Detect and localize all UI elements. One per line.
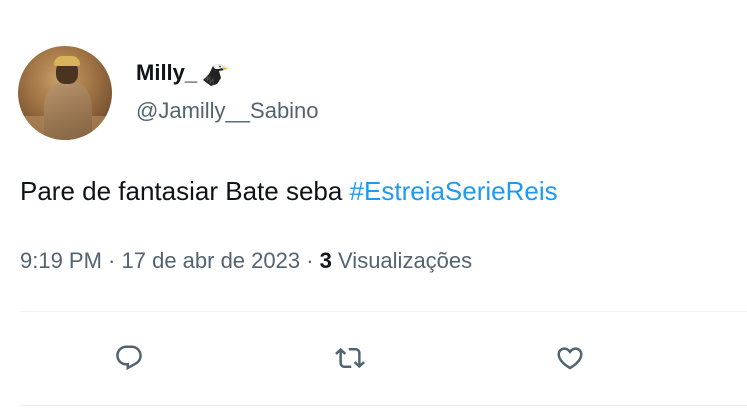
views-count: 3: [319, 248, 332, 273]
meta-separator: ·: [300, 248, 320, 273]
retweet-button[interactable]: [330, 338, 370, 378]
tweet-text: Pare de fantasiar Bate seba #EstreiaSeri…: [20, 174, 558, 208]
like-button[interactable]: [550, 338, 590, 378]
divider: [20, 405, 747, 406]
tweet-date[interactable]: 17 de abr de 2023: [122, 248, 301, 273]
divider: [20, 311, 747, 312]
tweet-time[interactable]: 9:19 PM: [20, 248, 102, 273]
eagle-icon: [199, 58, 231, 88]
meta-separator: ·: [101, 248, 122, 273]
hashtag-link[interactable]: #EstreiaSerieReis: [350, 176, 558, 206]
retweet-icon: [335, 347, 365, 369]
tweet-card: Milly_ @Jamilly__Sabino Pare de fantasia…: [0, 0, 747, 420]
display-name-row[interactable]: Milly_: [136, 58, 231, 88]
reply-button[interactable]: [109, 338, 149, 378]
views-label: Visualizações: [331, 248, 473, 273]
avatar[interactable]: [18, 46, 112, 140]
user-handle[interactable]: @Jamilly__Sabino: [136, 96, 319, 126]
tweet-body: Pare de fantasiar Bate seba: [20, 176, 350, 206]
reply-icon: [116, 345, 142, 371]
display-name[interactable]: Milly_: [136, 58, 197, 88]
tweet-meta: 9:19 PM · 17 de abr de 2023 · 3 Visualiz…: [20, 246, 472, 276]
like-icon: [557, 347, 583, 370]
